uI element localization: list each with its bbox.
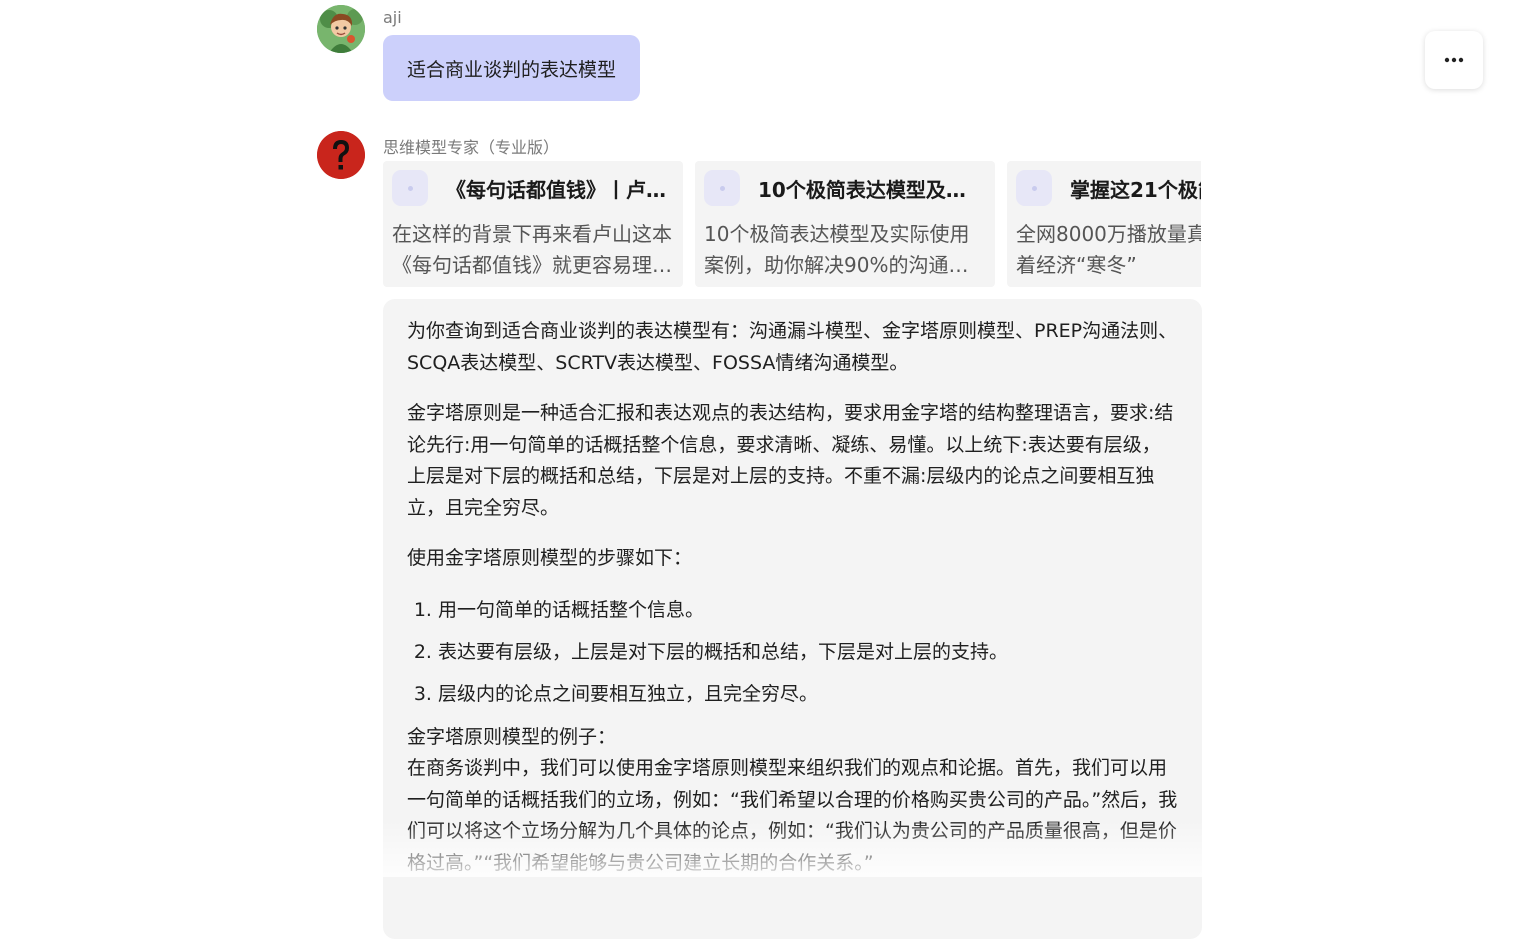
reference-card[interactable]: 《每句话都值钱》丨卢山：10个极简表达模型 在这样的背景下再来看卢山这本《每句话… <box>383 161 683 287</box>
steps-list: 用一句简单的话概括整个信息。 表达要有层级，上层是对下层的概括和总结，下层是对上… <box>407 594 1178 710</box>
assistant-answer: 为你查询到适合商业谈判的表达模型有：沟通漏斗模型、金字塔原则模型、PREP沟通法… <box>383 299 1202 939</box>
reference-title: 《每句话都值钱》丨卢山：10个极简表达模型 <box>446 177 671 202</box>
reference-snippet: 10个极简表达模型及实际使用案例，助你解决90%的沟通难题 <box>704 222 970 277</box>
more-options-button[interactable] <box>1425 31 1483 89</box>
reference-title: 掌握这21个极简表达模型 <box>1070 177 1201 202</box>
reference-snippet: 全网8000万播放量真的，伴随着经济“寒冬” <box>1016 222 1201 277</box>
user-avatar <box>317 5 365 53</box>
user-name: aji <box>383 8 402 27</box>
steps-heading: 使用金字塔原则模型的步骤如下： <box>407 547 693 569</box>
assistant-name: 思维模型专家（专业版） <box>383 138 560 157</box>
source-icon <box>392 170 428 206</box>
reference-card[interactable]: 10个极简表达模型及实际使用案例 10个极简表达模型及实际使用案例，助你解决90… <box>695 161 995 287</box>
source-icon <box>704 170 740 206</box>
answer-paragraph: 金字塔原则是一种适合汇报和表达观点的表达结构，要求用金字塔的结构整理语言，要求:… <box>407 402 1174 519</box>
assistant-avatar <box>317 131 365 179</box>
reference-cards: 《每句话都值钱》丨卢山：10个极简表达模型 在这样的背景下再来看卢山这本《每句话… <box>383 161 1201 287</box>
more-horizontal-icon <box>1444 57 1464 63</box>
reference-title: 10个极简表达模型及实际使用案例 <box>758 177 983 202</box>
example-heading: 金字塔原则模型的例子： <box>407 725 617 748</box>
reference-snippet: 在这样的背景下再来看卢山这本《每句话都值钱》就更容易理解了 <box>392 222 672 277</box>
list-item: 层级内的论点之间要相互独立，且完全穷尽。 <box>438 678 1178 710</box>
list-item: 表达要有层级，上层是对下层的概括和总结，下层是对上层的支持。 <box>438 636 1178 668</box>
question-mark-icon <box>317 131 365 179</box>
source-icon <box>1016 170 1052 206</box>
list-item: 用一句简单的话概括整个信息。 <box>438 594 1178 626</box>
example-text: 在商务谈判中，我们可以使用金字塔原则模型来组织我们的观点和论据。首先，我们可以用… <box>407 757 1178 874</box>
answer-intro: 为你查询到适合商业谈判的表达模型有：沟通漏斗模型、金字塔原则模型、PREP沟通法… <box>407 320 1178 374</box>
user-message-bubble: 适合商业谈判的表达模型 <box>383 35 641 101</box>
reference-card[interactable]: 掌握这21个极简表达模型 全网8000万播放量真的，伴随着经济“寒冬” <box>1007 161 1201 287</box>
